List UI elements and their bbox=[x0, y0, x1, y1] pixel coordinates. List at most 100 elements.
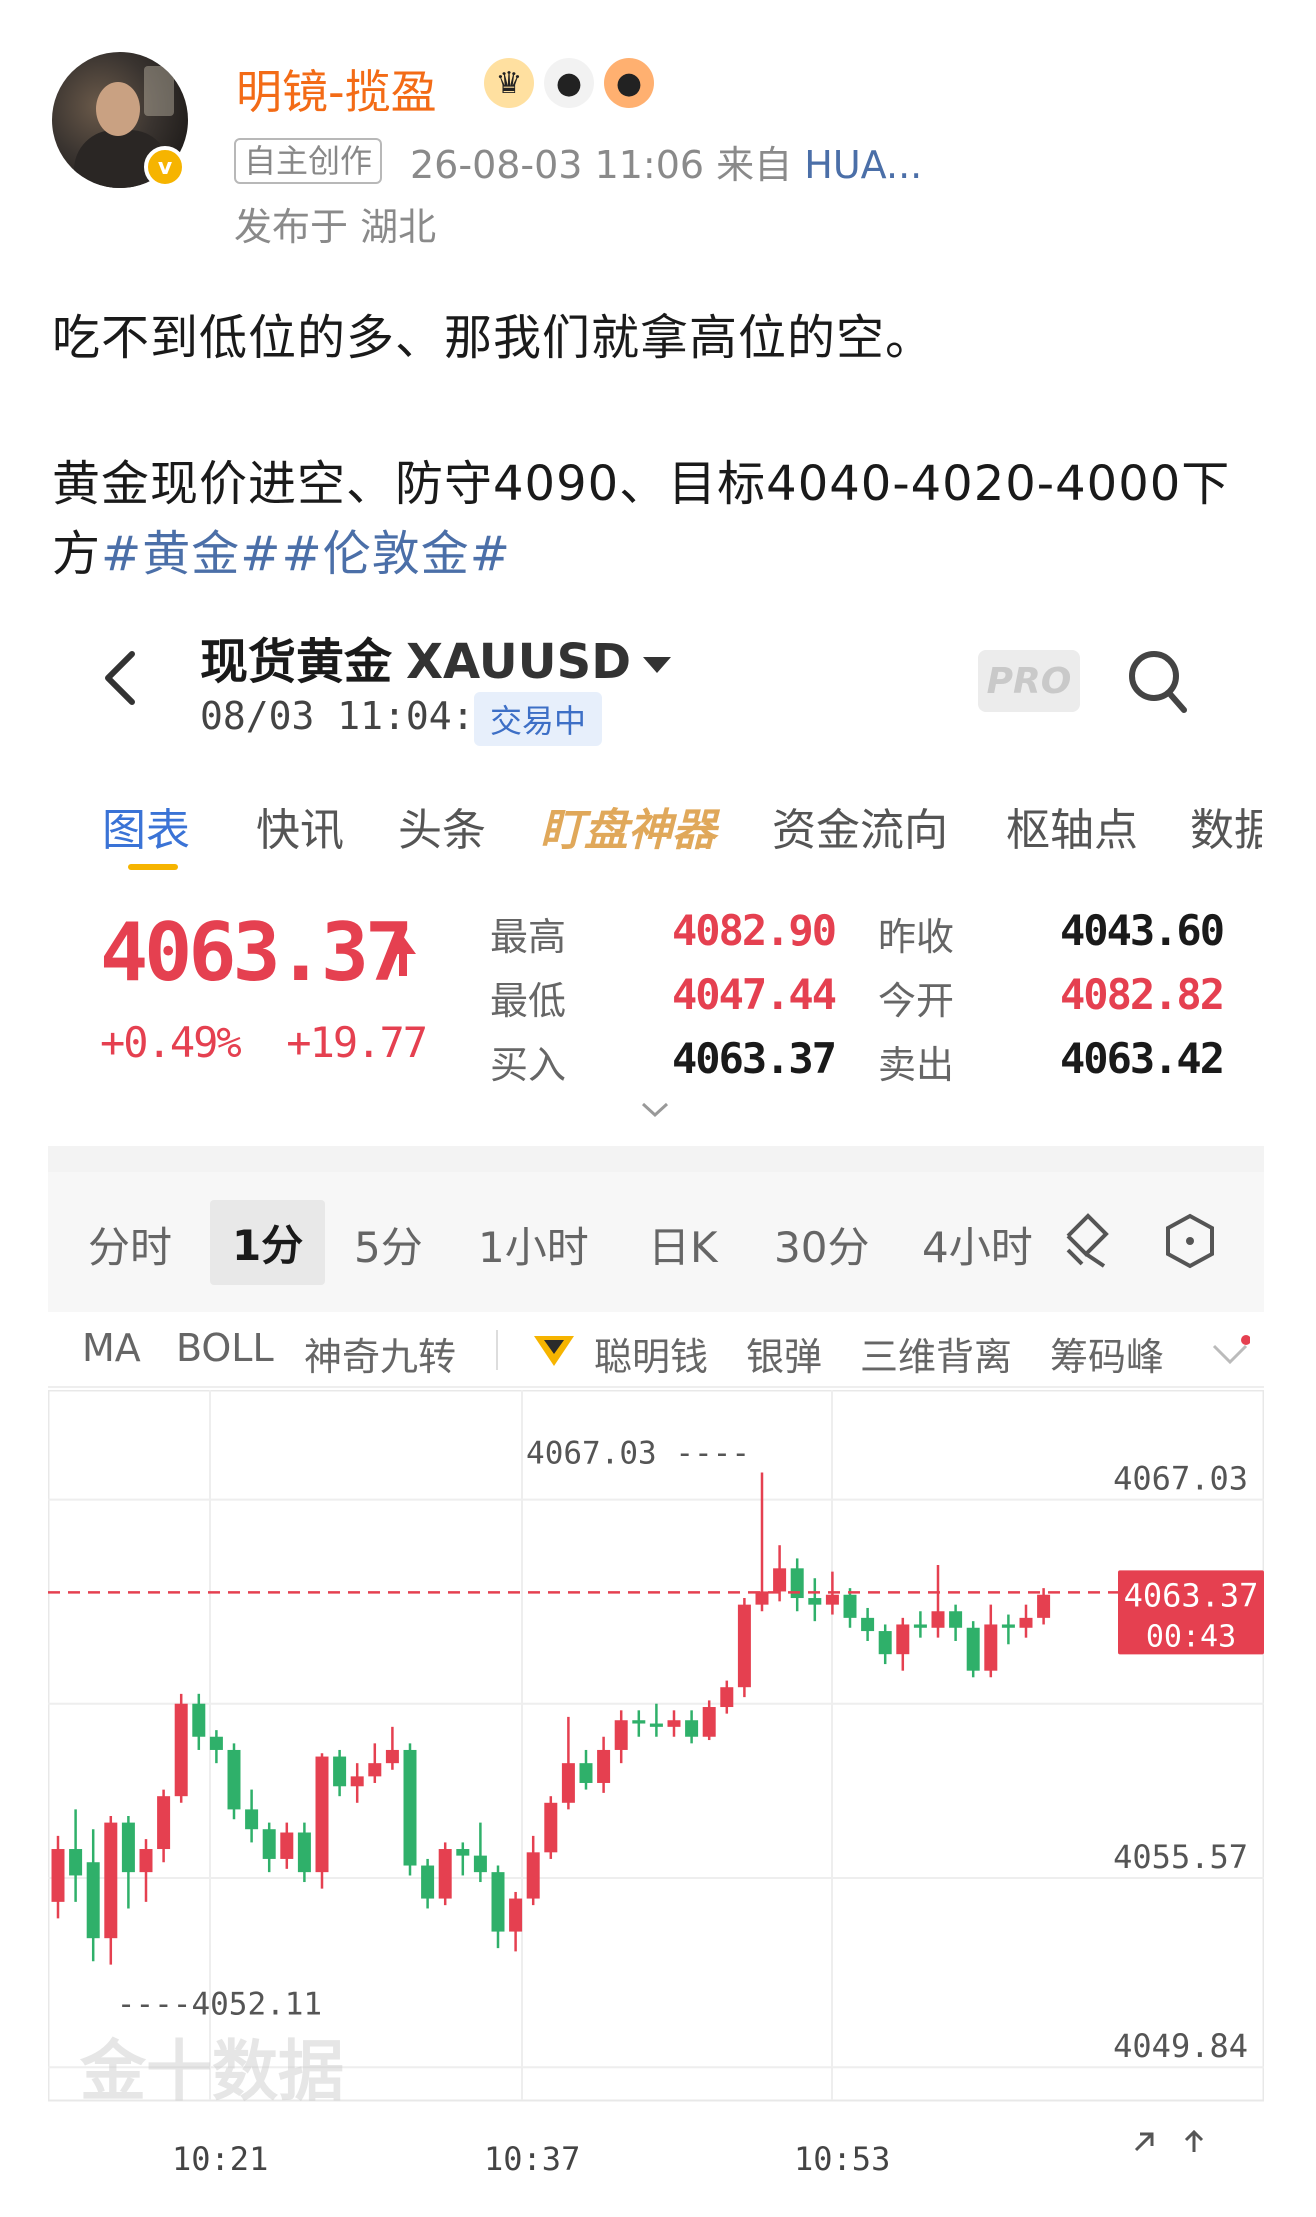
period-tab-1min[interactable]: 1分 bbox=[210, 1200, 326, 1285]
indicator-smart-money[interactable]: 聪明钱 bbox=[594, 1326, 708, 1381]
tab-monitor[interactable]: 盯盘神器 bbox=[540, 794, 716, 858]
candle-body bbox=[438, 1849, 452, 1899]
stat-bid-value: 4063.37 bbox=[672, 1034, 837, 1083]
original-tag: 自主创作 bbox=[234, 138, 383, 184]
change-percent: +0.49% bbox=[100, 1018, 242, 1067]
post-location: 发布于 湖北 bbox=[234, 205, 437, 249]
candle-body bbox=[315, 1756, 329, 1873]
tab-headlines[interactable]: 头条 bbox=[398, 794, 486, 858]
tab-data[interactable]: 数据 bbox=[1190, 805, 1262, 856]
instrument-symbol[interactable]: XAUUSD bbox=[406, 634, 631, 690]
candle-body bbox=[561, 1763, 575, 1803]
divider bbox=[48, 1146, 1264, 1172]
period-tab-4hour-clip: 4小时 bbox=[922, 1214, 1034, 1275]
candle-body bbox=[245, 1809, 259, 1830]
x-tick-label: 10:21 bbox=[172, 2140, 269, 2178]
source-link[interactable]: HUA... bbox=[804, 143, 922, 187]
post-datetime: 26-08-03 11:06 bbox=[410, 143, 705, 187]
period-tab-1hour[interactable]: 1小时 bbox=[478, 1214, 589, 1275]
y-tick-label: 4067.03 bbox=[1113, 1460, 1248, 1498]
indicator-divider bbox=[496, 1330, 498, 1370]
fullscreen-arrows-icon[interactable] bbox=[1128, 2126, 1218, 2156]
indicator-td9[interactable]: 神奇九转 bbox=[304, 1326, 456, 1381]
candle-body bbox=[473, 1855, 487, 1873]
x-tick-label: 10:53 bbox=[794, 2140, 891, 2178]
candle-body bbox=[491, 1872, 505, 1932]
post-text-line2: 黄金现价进空、防守4090、目标4040-4020-4000下 bbox=[52, 456, 1231, 512]
tab-fund-flow[interactable]: 资金流向 bbox=[772, 794, 948, 858]
stat-bid-label: 买入 bbox=[490, 1043, 567, 1087]
period-tab-timeshare[interactable]: 分时 bbox=[88, 1214, 172, 1275]
candle-body bbox=[350, 1776, 364, 1787]
period-tab-30min[interactable]: 30分 bbox=[774, 1214, 869, 1275]
candle-body bbox=[51, 1849, 65, 1902]
tab-pivot[interactable]: 枢轴点 bbox=[1006, 794, 1138, 858]
panda-icon: ● bbox=[544, 58, 594, 108]
pro-button[interactable]: PRO bbox=[978, 650, 1080, 712]
candle-body bbox=[174, 1703, 188, 1797]
stat-open-value: 4082.82 bbox=[1060, 970, 1225, 1019]
candle-body bbox=[949, 1611, 963, 1628]
indicator-ma[interactable]: MA bbox=[82, 1326, 141, 1370]
candle-body bbox=[104, 1822, 118, 1939]
candle-body bbox=[403, 1749, 417, 1866]
candle-body bbox=[192, 1703, 206, 1737]
more-indicators-chevron-icon[interactable] bbox=[1210, 1334, 1250, 1370]
instrument-name: 现货黄金 bbox=[200, 634, 393, 690]
chevron-down-icon[interactable] bbox=[643, 657, 672, 673]
x-tick-label: 10:37 bbox=[484, 2140, 581, 2178]
price-change: +0.49% +19.77 bbox=[100, 1018, 428, 1067]
instrument-title: 现货黄金 XAUUSD bbox=[200, 622, 672, 692]
expand-chevron-icon[interactable] bbox=[640, 1100, 670, 1120]
candle-body bbox=[597, 1749, 611, 1783]
indicator-silver-bullet[interactable]: 银弹 bbox=[746, 1326, 822, 1381]
hashtag-gold[interactable]: #黄金# bbox=[101, 526, 281, 582]
y-tick-label: 4055.57 bbox=[1113, 1838, 1248, 1876]
settings-hexagon-icon[interactable] bbox=[1162, 1212, 1218, 1270]
candle-body bbox=[157, 1796, 171, 1850]
candle-body bbox=[737, 1604, 751, 1688]
period-tab-4hour[interactable]: 4小时 bbox=[922, 1223, 1033, 1272]
stat-open-label: 今开 bbox=[878, 979, 955, 1023]
indicator-boll[interactable]: BOLL bbox=[176, 1326, 274, 1370]
indicator-chip-peak[interactable]: 筹码峰 bbox=[1050, 1326, 1164, 1381]
candle-body bbox=[667, 1720, 681, 1727]
candle-body bbox=[1019, 1617, 1033, 1628]
candle-body bbox=[297, 1832, 311, 1873]
candle-body bbox=[843, 1594, 857, 1618]
candle-body bbox=[121, 1822, 135, 1873]
candle-body bbox=[685, 1720, 699, 1737]
candle-body bbox=[579, 1763, 593, 1783]
hashtag-london-gold[interactable]: #伦敦金# bbox=[281, 526, 510, 582]
change-absolute: +19.77 bbox=[286, 1018, 428, 1067]
stat-ask-label: 卖出 bbox=[878, 1043, 955, 1087]
candle-body bbox=[544, 1802, 558, 1853]
candle-body bbox=[385, 1749, 399, 1764]
candle-body bbox=[262, 1829, 276, 1859]
candle-body bbox=[649, 1723, 663, 1727]
candle-body bbox=[509, 1898, 523, 1932]
candle-body bbox=[896, 1624, 910, 1655]
candle-body bbox=[227, 1749, 241, 1810]
current-price: 4063.37 bbox=[100, 906, 413, 999]
candle-body bbox=[966, 1627, 980, 1671]
period-tab-daily[interactable]: 日K bbox=[648, 1214, 718, 1275]
back-arrow-icon[interactable] bbox=[100, 648, 140, 708]
up-arrow-icon bbox=[390, 936, 416, 976]
username[interactable]: 明镜-揽盈 bbox=[236, 56, 437, 122]
candle-body bbox=[86, 1862, 100, 1939]
search-icon[interactable] bbox=[1126, 648, 1188, 714]
y-tick-label: 4049.84 bbox=[1113, 2027, 1248, 2065]
period-tab-5min[interactable]: 5分 bbox=[354, 1214, 423, 1275]
indicator-3d-divergence[interactable]: 三维背离 bbox=[860, 1326, 1012, 1381]
post-meta: 26-08-03 11:06 来自 HUA... bbox=[410, 134, 922, 189]
candle-body bbox=[526, 1852, 540, 1899]
candle-body bbox=[808, 1598, 822, 1605]
candle-body bbox=[702, 1707, 716, 1737]
candle-body bbox=[773, 1568, 787, 1592]
tab-chart[interactable]: 图表 bbox=[102, 794, 190, 858]
candle-body bbox=[69, 1849, 83, 1876]
high-marker-label: 4067.03 ---- bbox=[526, 1436, 750, 1472]
draw-tool-icon[interactable] bbox=[1058, 1210, 1114, 1270]
tab-flash-news[interactable]: 快讯 bbox=[256, 794, 344, 858]
